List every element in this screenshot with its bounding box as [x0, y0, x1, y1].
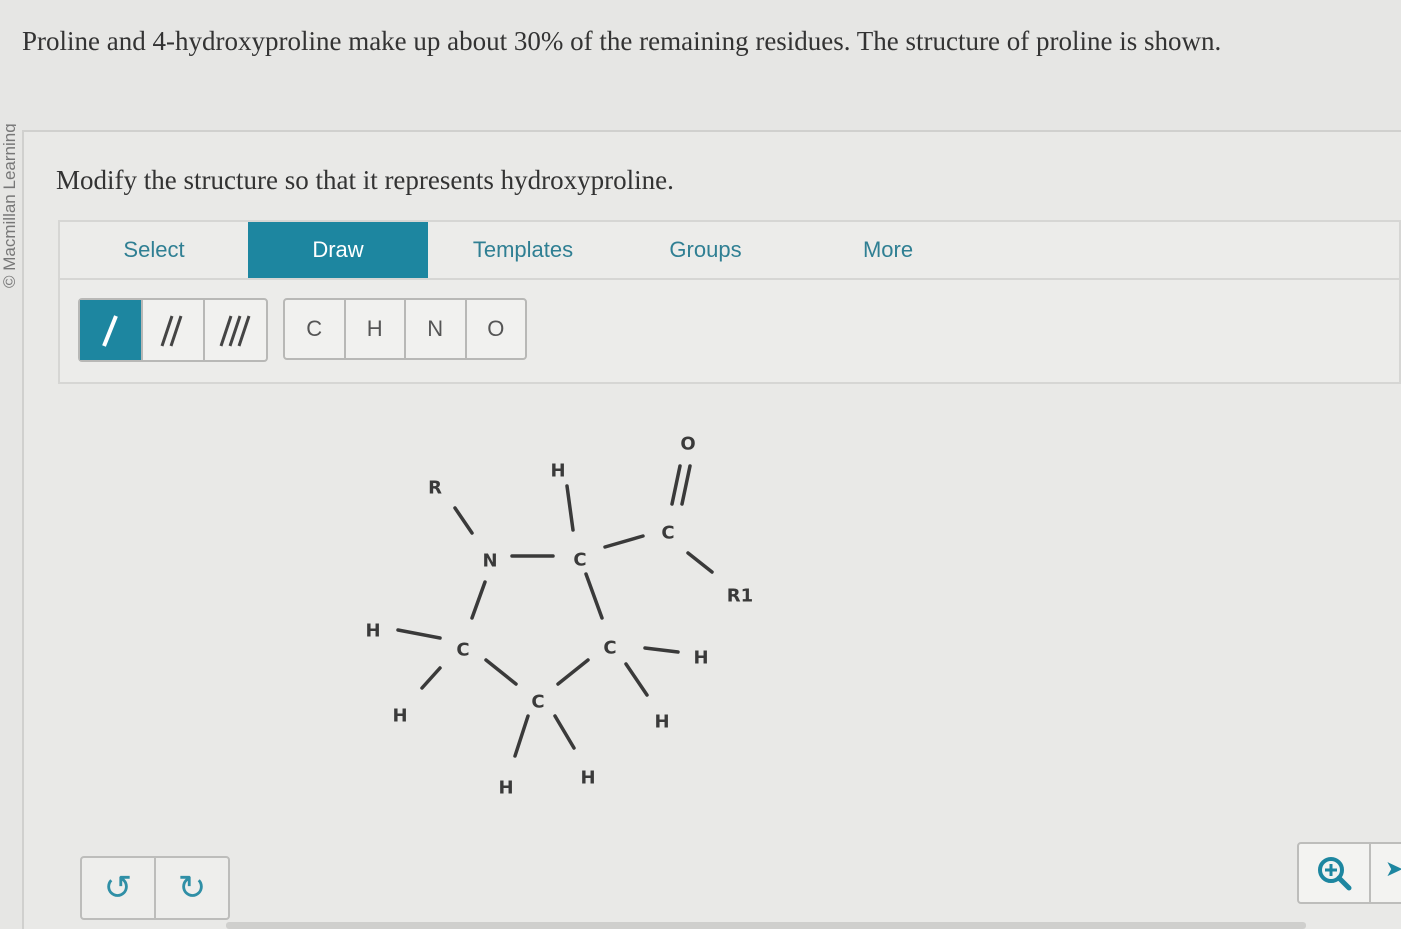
copyright-side-text: © Macmillan Learning	[0, 50, 16, 290]
bond-co-double-a[interactable]	[670, 464, 682, 506]
canvas-scrollbar[interactable]	[226, 922, 1306, 929]
triple-bond-icon	[219, 315, 251, 347]
zoom-in-icon	[1318, 857, 1352, 891]
copyright-label: © Macmillan Learning	[0, 123, 16, 288]
atom-beta-carbon[interactable]: C	[603, 638, 616, 659]
drawing-canvas[interactable]: O H R C N C R1 H C C H H C H H H	[300, 420, 800, 820]
zoom-in-button[interactable]	[1299, 844, 1371, 902]
cursor-icon[interactable]: ➤	[1385, 856, 1401, 882]
bond-n-cdelta[interactable]	[470, 580, 487, 620]
atom-alpha-carbon[interactable]: C	[573, 550, 586, 571]
bond-cgamma-h2[interactable]	[553, 714, 576, 750]
redo-icon: ↻	[177, 869, 207, 907]
atom-delta-carbon[interactable]: C	[456, 640, 469, 661]
atom-r1-group[interactable]: R1	[727, 586, 753, 607]
bond-calpha-carboxyl[interactable]	[603, 534, 645, 549]
atom-n-button[interactable]: N	[406, 300, 467, 358]
single-bond-button[interactable]	[80, 300, 143, 360]
toolbar-tabs: Select Draw Templates Groups More	[60, 222, 1399, 280]
atom-h-button[interactable]: H	[346, 300, 406, 358]
atom-hydrogen-gamma-1[interactable]: H	[498, 778, 513, 799]
bond-cbeta-h2[interactable]	[624, 662, 649, 697]
undo-icon: ↺	[103, 869, 133, 907]
atom-o-button[interactable]: O	[467, 300, 526, 358]
tab-groups[interactable]: Groups	[618, 222, 793, 278]
bond-n-r[interactable]	[453, 506, 474, 535]
atom-c-button[interactable]: C	[285, 300, 346, 358]
bond-cgamma-cbeta[interactable]	[556, 658, 590, 686]
atom-hydrogen-beta-2[interactable]: H	[654, 712, 669, 733]
atom-gamma-carbon[interactable]: C	[531, 692, 544, 713]
atom-hydrogen-delta-2[interactable]: H	[392, 706, 407, 727]
bond-cdelta-h1[interactable]	[396, 628, 442, 640]
atom-oxygen[interactable]: O	[680, 434, 695, 455]
atom-nitrogen[interactable]: N	[482, 551, 497, 572]
bond-cbeta-h1[interactable]	[643, 646, 680, 654]
question-text: Modify the structure so that it represen…	[56, 165, 674, 195]
bond-cdelta-h2[interactable]	[420, 666, 442, 690]
bond-c-r1[interactable]	[686, 551, 714, 574]
triple-bond-button[interactable]	[205, 300, 266, 360]
history-tool-group: ↺ ↻	[80, 856, 230, 920]
bond-co-double-b[interactable]	[680, 464, 692, 506]
bond-tool-group	[78, 298, 268, 362]
zoom-tool-group: ➤	[1297, 842, 1401, 904]
tab-select[interactable]: Select	[60, 222, 248, 278]
intro-text: Proline and 4-hydroxyproline make up abo…	[22, 26, 1222, 56]
tab-templates[interactable]: Templates	[428, 222, 618, 278]
editor-toolbar: Select Draw Templates Groups More C H N …	[58, 220, 1401, 384]
atom-r-group[interactable]: R	[428, 478, 442, 499]
atom-hydrogen-delta-1[interactable]: H	[365, 621, 380, 642]
single-bond-icon	[102, 315, 119, 347]
bond-calpha-cbeta[interactable]	[584, 572, 604, 620]
atom-hydrogen-alpha[interactable]: H	[550, 461, 565, 482]
undo-button[interactable]: ↺	[82, 858, 156, 918]
atom-hydrogen-gamma-2[interactable]: H	[580, 768, 595, 789]
double-bond-icon	[160, 315, 183, 347]
atom-tool-group: C H N O	[283, 298, 527, 360]
double-bond-button[interactable]	[143, 300, 206, 360]
redo-button[interactable]: ↻	[156, 858, 228, 918]
bond-calpha-h[interactable]	[565, 484, 575, 532]
atom-hydrogen-beta-1[interactable]: H	[693, 648, 708, 669]
tab-more[interactable]: More	[793, 222, 983, 278]
tab-draw[interactable]: Draw	[248, 222, 428, 278]
atom-carboxyl-carbon[interactable]: C	[661, 523, 674, 544]
bond-cdelta-cgamma[interactable]	[484, 658, 518, 686]
bond-cgamma-h1[interactable]	[513, 714, 530, 758]
